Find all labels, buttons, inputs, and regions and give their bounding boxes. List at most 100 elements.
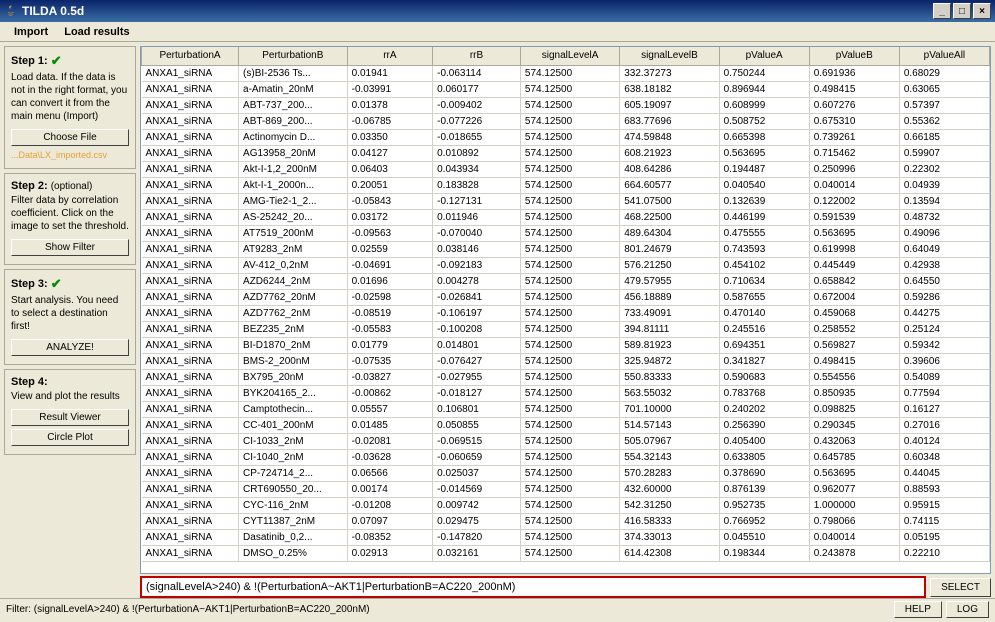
window-title: TILDA 0.5d (22, 4, 933, 18)
select-button[interactable]: SELECT (930, 578, 991, 597)
table-cell: ANXA1_siRNA (142, 497, 239, 513)
table-cell: 0.050855 (433, 417, 521, 433)
table-cell: 574.12500 (520, 385, 619, 401)
table-cell: CP-724714_2... (239, 465, 348, 481)
table-cell: 683.77696 (620, 113, 719, 129)
table-cell: 0.06403 (347, 161, 432, 177)
table-cell: ANXA1_siRNA (142, 273, 239, 289)
show-filter-button[interactable]: Show Filter (11, 239, 129, 256)
table-row[interactable]: ANXA1_siRNACP-724714_2...0.065660.025037… (142, 465, 990, 481)
table-row[interactable]: ANXA1_siRNADMSO_0.25%0.029130.032161574.… (142, 545, 990, 561)
table-row[interactable]: ANXA1_siRNAAT9283_2nM0.025590.038146574.… (142, 241, 990, 257)
table-cell: 550.83333 (620, 369, 719, 385)
table-row[interactable]: ANXA1_siRNAABT-869_200...-0.06785-0.0772… (142, 113, 990, 129)
table-cell: 0.04127 (347, 145, 432, 161)
table-cell: 0.004278 (433, 273, 521, 289)
table-cell: Akt-I-1,2_200nM (239, 161, 348, 177)
table-row[interactable]: ANXA1_siRNAActinomycin D...0.03350-0.018… (142, 129, 990, 145)
table-cell: 574.12500 (520, 545, 619, 561)
table-row[interactable]: ANXA1_siRNACRT690550_20...0.00174-0.0145… (142, 481, 990, 497)
column-header[interactable]: pValueB (809, 47, 899, 65)
table-row[interactable]: ANXA1_siRNAAZD7762_20nM-0.02598-0.026841… (142, 289, 990, 305)
table-row[interactable]: ANXA1_siRNAAZD6244_2nM0.016960.004278574… (142, 273, 990, 289)
status-filter-text: Filter: (signalLevelA>240) & !(Perturbat… (6, 604, 890, 615)
menu-load-results[interactable]: Load results (56, 24, 137, 40)
table-cell: 0.032161 (433, 545, 521, 561)
table-row[interactable]: ANXA1_siRNABX795_20nM-0.03827-0.02795557… (142, 369, 990, 385)
column-header[interactable]: pValueA (719, 47, 809, 65)
table-row[interactable]: ANXA1_siRNABMS-2_200nM-0.07535-0.0764275… (142, 353, 990, 369)
table-row[interactable]: ANXA1_siRNAAT7519_200nM-0.09563-0.070040… (142, 225, 990, 241)
table-cell: 505.07967 (620, 433, 719, 449)
table-row[interactable]: ANXA1_siRNADasatinib_0,2...-0.08352-0.14… (142, 529, 990, 545)
table-cell: 0.02559 (347, 241, 432, 257)
table-cell: ANXA1_siRNA (142, 481, 239, 497)
table-row[interactable]: ANXA1_siRNAa-Amatin_20nM-0.039910.060177… (142, 81, 990, 97)
table-cell: ANXA1_siRNA (142, 65, 239, 81)
step3-desc: Start analysis. You need to select a des… (11, 294, 129, 333)
column-header[interactable]: pValueAll (899, 47, 989, 65)
table-row[interactable]: ANXA1_siRNAAS-25242_20...0.031720.011946… (142, 209, 990, 225)
table-cell: 664.60577 (620, 177, 719, 193)
result-viewer-button[interactable]: Result Viewer (11, 409, 129, 426)
table-cell: 0.454102 (719, 257, 809, 273)
table-row[interactable]: ANXA1_siRNACC-401_200nM0.014850.05085557… (142, 417, 990, 433)
table-row[interactable]: ANXA1_siRNABEZ235_2nM-0.05583-0.10020857… (142, 321, 990, 337)
table-row[interactable]: ANXA1_siRNACamptothecin...0.055570.10680… (142, 401, 990, 417)
analyze-button[interactable]: ANALYZE! (11, 339, 129, 356)
table-cell: 574.12500 (520, 113, 619, 129)
table-row[interactable]: ANXA1_siRNACYT11387_2nM0.070970.02947557… (142, 513, 990, 529)
column-header[interactable]: signalLevelB (620, 47, 719, 65)
choose-file-button[interactable]: Choose File (11, 129, 129, 146)
table-cell: 574.12500 (520, 129, 619, 145)
table-row[interactable]: ANXA1_siRNAAMG-Tie2-1_2...-0.05843-0.127… (142, 193, 990, 209)
table-cell: ANXA1_siRNA (142, 289, 239, 305)
menu-import[interactable]: Import (6, 24, 56, 40)
table-row[interactable]: ANXA1_siRNACI-1033_2nM-0.02081-0.0695155… (142, 433, 990, 449)
table-row[interactable]: ANXA1_siRNABI-D1870_2nM0.017790.01480157… (142, 337, 990, 353)
table-row[interactable]: ANXA1_siRNACYC-116_2nM-0.012080.00974257… (142, 497, 990, 513)
table-row[interactable]: ANXA1_siRNACI-1040_2nM-0.03628-0.0606595… (142, 449, 990, 465)
help-button[interactable]: HELP (894, 601, 942, 618)
column-header[interactable]: rrB (433, 47, 521, 65)
table-row[interactable]: ANXA1_siRNAAV-412_0,2nM-0.04691-0.092183… (142, 257, 990, 273)
table-cell: 0.59286 (899, 289, 989, 305)
table-cell: 332.37273 (620, 65, 719, 81)
table-cell: 574.12500 (520, 225, 619, 241)
filter-input[interactable] (140, 576, 926, 598)
table-cell: ANXA1_siRNA (142, 433, 239, 449)
table-cell: 0.03172 (347, 209, 432, 225)
circle-plot-button[interactable]: Circle Plot (11, 429, 129, 446)
table-cell: 0.63065 (899, 81, 989, 97)
table-row[interactable]: ANXA1_siRNAAkt-I-1_2000n...0.200510.1838… (142, 177, 990, 193)
table-row[interactable]: ANXA1_siRNA(s)BI-2536 Ts...0.01941-0.063… (142, 65, 990, 81)
table-cell: -0.07535 (347, 353, 432, 369)
table-cell: 0.05195 (899, 529, 989, 545)
table-cell: ANXA1_siRNA (142, 97, 239, 113)
column-header[interactable]: signalLevelA (520, 47, 619, 65)
table-cell: 608.21923 (620, 145, 719, 161)
table-cell: 0.341827 (719, 353, 809, 369)
table-row[interactable]: ANXA1_siRNABYK204165_2...-0.00862-0.0181… (142, 385, 990, 401)
close-button[interactable]: × (973, 3, 991, 19)
table-cell: ANXA1_siRNA (142, 449, 239, 465)
java-icon (4, 4, 18, 18)
step1-title: Step 1: (11, 55, 48, 67)
step3-title: Step 3: (11, 278, 48, 290)
column-header[interactable]: rrA (347, 47, 432, 65)
column-header[interactable]: PerturbationA (142, 47, 239, 65)
table-row[interactable]: ANXA1_siRNAAZD7762_2nM-0.08519-0.1061975… (142, 305, 990, 321)
sidebar: Step 1:✔ Load data. If the data is not i… (0, 42, 140, 598)
table-row[interactable]: ANXA1_siRNAAkt-I-1,2_200nM0.064030.04393… (142, 161, 990, 177)
table-scroll[interactable]: PerturbationAPerturbationBrrArrBsignalLe… (141, 47, 990, 573)
column-header[interactable]: PerturbationB (239, 47, 348, 65)
table-row[interactable]: ANXA1_siRNAAG13958_20nM0.041270.01089257… (142, 145, 990, 161)
minimize-button[interactable]: _ (933, 3, 951, 19)
table-cell: 701.10000 (620, 401, 719, 417)
log-button[interactable]: LOG (946, 601, 989, 618)
table-cell: 574.12500 (520, 369, 619, 385)
table-row[interactable]: ANXA1_siRNAABT-737_200...0.01378-0.00940… (142, 97, 990, 113)
table-cell: ANXA1_siRNA (142, 529, 239, 545)
table-cell: CI-1040_2nM (239, 449, 348, 465)
maximize-button[interactable]: □ (953, 3, 971, 19)
